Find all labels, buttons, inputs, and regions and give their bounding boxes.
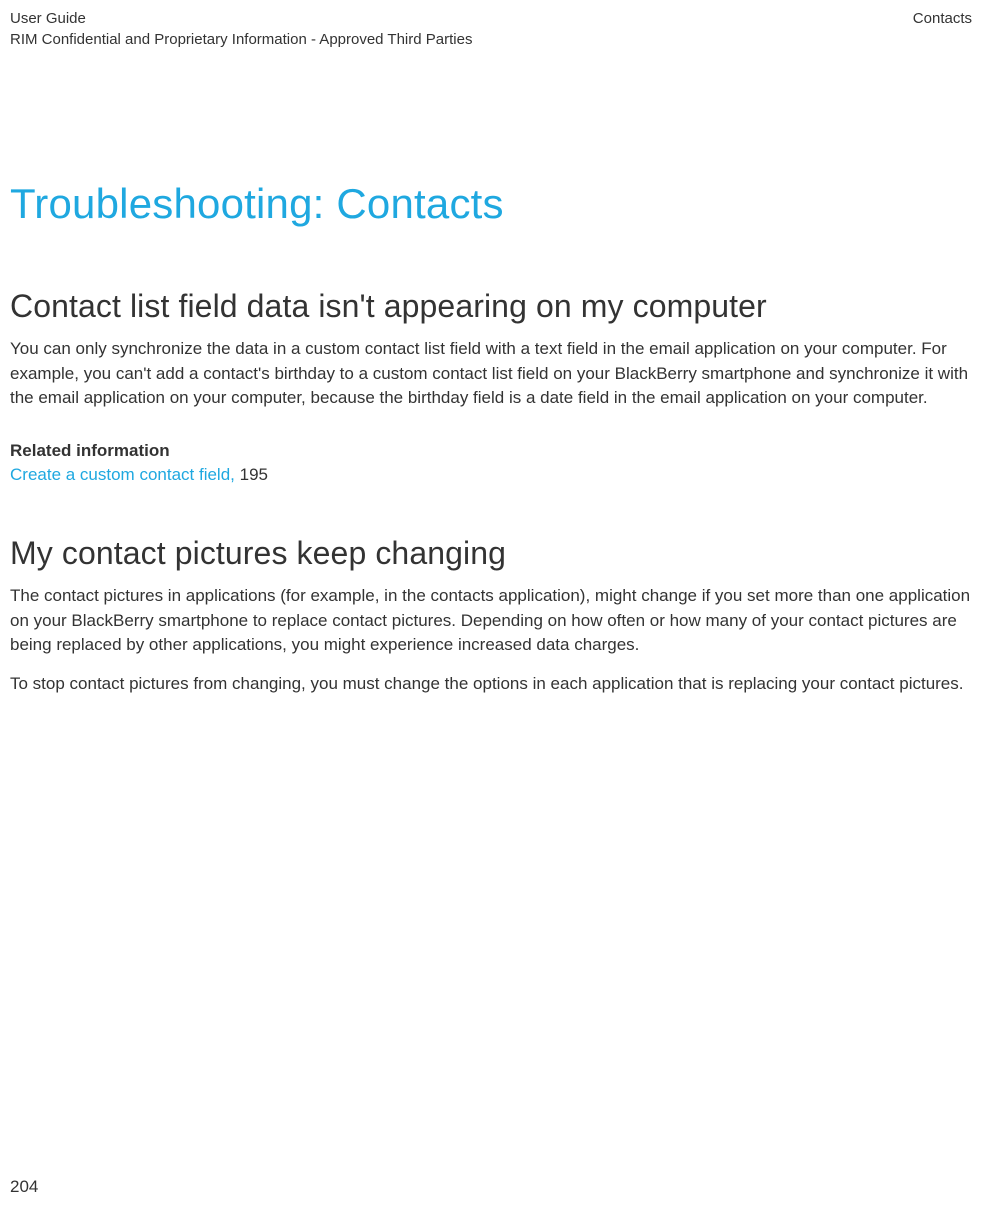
- section2-paragraph1: The contact pictures in applications (fo…: [10, 584, 972, 658]
- confidentiality-notice: RIM Confidential and Proprietary Informa…: [10, 29, 472, 50]
- header-left: User Guide RIM Confidential and Propriet…: [10, 8, 472, 50]
- page-number: 204: [10, 1177, 38, 1197]
- related-link-page: 195: [240, 465, 268, 484]
- section1-heading: Contact list field data isn't appearing …: [10, 288, 972, 325]
- related-link[interactable]: Create a custom contact field,: [10, 465, 240, 484]
- header-section-name: Contacts: [913, 8, 972, 29]
- section2-heading: My contact pictures keep changing: [10, 535, 972, 572]
- page-header: User Guide RIM Confidential and Propriet…: [10, 8, 972, 50]
- section2-paragraph2: To stop contact pictures from changing, …: [10, 672, 972, 697]
- section1-paragraph: You can only synchronize the data in a c…: [10, 337, 972, 411]
- related-information-line: Create a custom contact field, 195: [10, 465, 972, 485]
- doc-title: User Guide: [10, 8, 472, 29]
- main-title: Troubleshooting: Contacts: [10, 180, 972, 228]
- related-information-heading: Related information: [10, 441, 972, 461]
